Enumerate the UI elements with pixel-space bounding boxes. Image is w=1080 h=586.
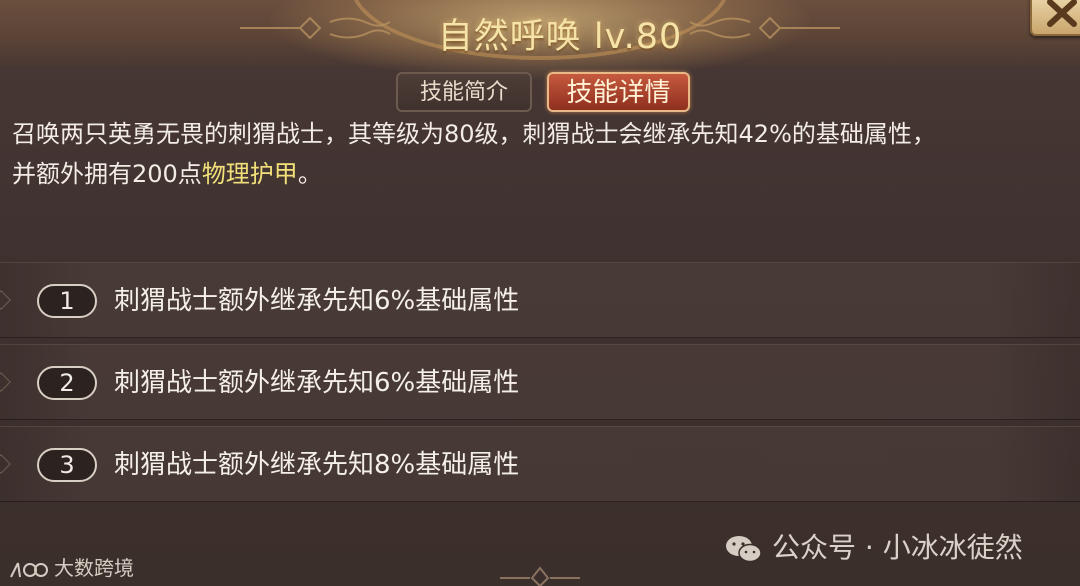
upgrade-row-1: 1 刺猬战士额外继承先知6%基础属性 — [0, 262, 1080, 338]
row-diamond-icon — [0, 372, 11, 392]
brand-logo — [10, 562, 48, 577]
upgrade-text: 刺猬战士额外继承先知6%基础属性 — [114, 286, 520, 316]
skill-description: 召唤两只英勇无畏的刺猬战士，其等级为80级，刺猬战士会继承先知42%的基础属性，… — [12, 114, 1072, 194]
upgrade-number-badge: 2 — [37, 366, 97, 400]
upgrade-number-badge: 3 — [37, 448, 97, 482]
watermark-left-text: 大数跨境 — [54, 556, 134, 580]
physical-armor-keyword[interactable]: 物理护甲 — [202, 160, 298, 188]
description-prefix: 并额外拥有200点 — [12, 160, 202, 188]
description-line-2: 并额外拥有200点物理护甲。 — [12, 154, 1072, 194]
header-bar: 自然呼唤 lv.80 — [0, 0, 1080, 80]
close-button[interactable] — [1030, 0, 1080, 36]
watermark-right: 公众号 · 小冰冰徒然 — [724, 526, 1023, 566]
skill-detail-panel: 自然呼唤 lv.80 技能简介 技能详情 召唤两只英勇无畏的刺猬战士，其等级为8… — [0, 0, 1080, 586]
description-suffix: 。 — [297, 160, 322, 188]
row-diamond-icon — [0, 290, 11, 310]
close-icon — [1047, 0, 1077, 27]
bottom-ornament — [500, 566, 580, 586]
upgrade-row-3: 3 刺猬战士额外继承先知8%基础属性 — [0, 426, 1080, 502]
upgrade-text: 刺猬战士额外继承先知8%基础属性 — [114, 450, 520, 480]
tab-skill-detail[interactable]: 技能详情 — [547, 72, 690, 112]
row-diamond-icon — [0, 454, 11, 474]
skill-title: 自然呼唤 lv.80 — [437, 17, 683, 57]
upgrade-number-badge: 1 — [37, 284, 97, 318]
wechat-icon — [726, 536, 762, 563]
watermark-left: 大数跨境 — [8, 552, 134, 581]
description-line-1: 召唤两只英勇无畏的刺猬战士，其等级为80级，刺猬战士会继承先知42%的基础属性， — [12, 120, 936, 148]
tab-skill-intro[interactable]: 技能简介 — [396, 72, 532, 112]
upgrade-text: 刺猬战士额外继承先知6%基础属性 — [114, 368, 520, 398]
watermark-right-text: 公众号 · 小冰冰徒然 — [772, 531, 1023, 564]
upgrade-row-2: 2 刺猬战士额外继承先知6%基础属性 — [0, 344, 1080, 420]
